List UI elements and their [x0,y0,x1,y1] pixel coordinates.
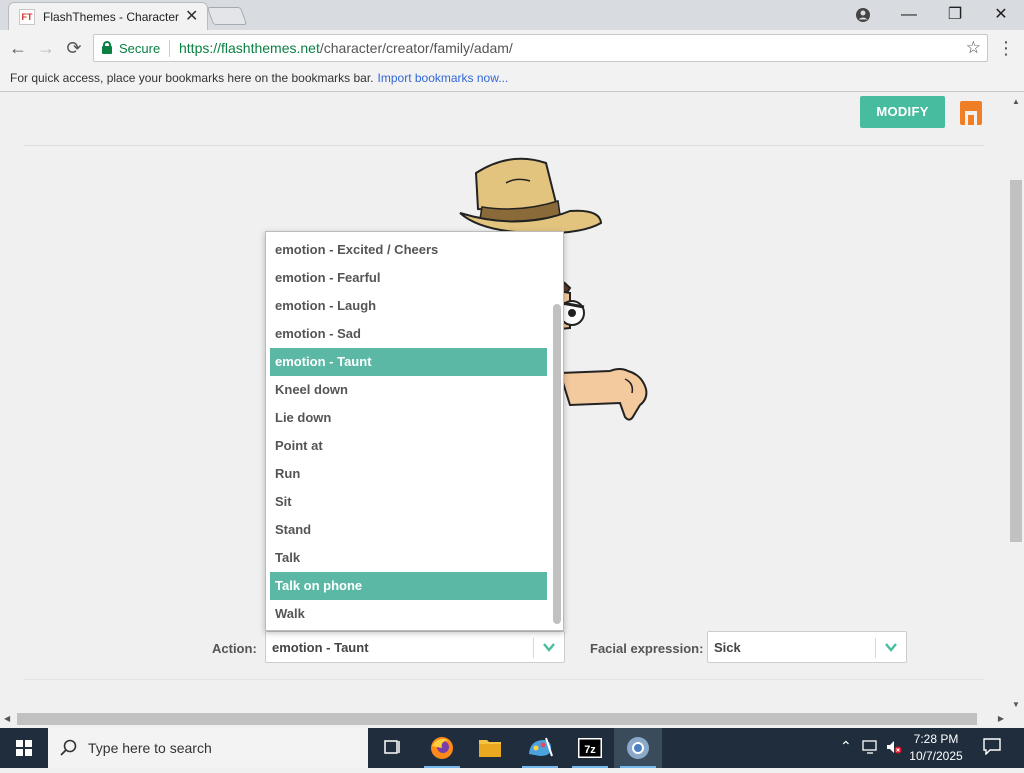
volume-muted-icon[interactable] [885,739,903,758]
scroll-down-arrow-icon[interactable]: ▼ [1012,700,1020,709]
dropdown-option[interactable]: Walk [270,600,547,628]
dropdown-option[interactable]: Lie down [270,404,547,432]
tab-title: FlashThemes - Character [43,10,180,24]
dropdown-option[interactable]: emotion - Taunt [270,348,547,376]
restore-button[interactable]: ❐ [932,2,978,28]
tab-close-icon[interactable]: ✕ [185,6,198,26]
task-view-icon[interactable] [368,728,416,768]
start-button[interactable] [0,728,48,768]
clock-date: 10/7/2025 [909,749,963,763]
reload-icon[interactable]: ⟳ [60,34,88,62]
facial-expression-select[interactable]: Sick [707,631,907,663]
url-path: /character/creator/family/adam/ [319,40,513,56]
chrome-menu-icon[interactable]: ⋮ [996,34,1016,62]
dropdown-option[interactable]: Run [270,460,547,488]
horizontal-scroll-thumb[interactable] [17,713,977,725]
network-icon[interactable] [862,739,880,758]
file-explorer-icon[interactable] [466,728,514,768]
windows-logo-icon [16,740,32,756]
divider [24,679,984,680]
scroll-right-arrow-icon[interactable]: ▶ [998,714,1004,723]
modify-button[interactable]: MODIFY [860,96,945,128]
chrome-icon[interactable] [614,728,662,768]
new-tab-button[interactable] [206,7,248,25]
bookmark-star-icon[interactable]: ☆ [966,38,981,58]
dropdown-option[interactable]: Talk on phone [270,572,547,600]
horizontal-scrollbar[interactable]: ◀ ▶ [0,711,1008,727]
import-bookmarks-link[interactable]: Import bookmarks now... [378,71,509,85]
option-list: emotion - Excited / Cheers emotion - Fear… [270,236,547,628]
save-icon[interactable] [960,101,982,125]
facial-expression-label: Facial expression: [590,641,704,656]
address-separator [169,40,170,57]
facial-expression-value: Sick [714,640,741,655]
forward-arrow-icon[interactable]: → [32,34,60,62]
dropdown-option[interactable]: Kneel down [270,376,547,404]
bookmarks-bar: For quick access, place your bookmarks h… [0,66,1024,92]
profile-icon[interactable] [840,2,886,28]
dropdown-option[interactable]: Stand [270,516,547,544]
vertical-scroll-thumb[interactable] [1010,180,1022,542]
dropdown-scrollbar[interactable] [553,234,561,628]
lock-icon [102,41,112,55]
search-placeholder: Type here to search [88,740,212,756]
dropdown-option[interactable]: emotion - Sad [270,320,547,348]
action-dropdown-list[interactable]: emotion - Excited / Cheers emotion - Fear… [265,231,564,631]
dropdown-option[interactable]: emotion - Laugh [270,292,547,320]
action-select[interactable]: emotion - Taunt [265,631,565,663]
taskbar-search-box[interactable]: Type here to search [48,728,368,768]
address-bar[interactable]: Secure https://flashthemes.net/character… [93,34,988,62]
browser-toolbar: ← → ⟳ Secure https://flashthemes.net/cha… [0,30,1024,66]
dropdown-option[interactable]: Point at [270,432,547,460]
dropdown-option[interactable]: Talk [270,544,547,572]
firefox-icon[interactable] [418,728,466,768]
select-separator [533,638,534,658]
chevron-down-icon[interactable] [542,640,556,654]
windows-taskbar: Type here to search 7z ⌃ 7:28 PM 10/7/20… [0,728,1024,768]
paint-icon[interactable] [516,728,564,768]
dropdown-option[interactable]: emotion - Fearful [270,264,547,292]
dropdown-scroll-thumb[interactable] [553,304,561,624]
chevron-down-icon[interactable] [884,640,898,654]
divider [24,145,984,146]
url-host: https://flashthemes.net [179,40,320,56]
close-window-button[interactable]: ✕ [978,2,1024,28]
browser-tab[interactable]: FT FlashThemes - Character ✕ [8,2,208,30]
dropdown-option[interactable]: emotion - Excited / Cheers [270,236,547,264]
minimize-button[interactable]: — [886,2,932,28]
notifications-icon[interactable] [982,737,1002,758]
action-value: emotion - Taunt [272,640,369,655]
secure-label: Secure [119,41,161,56]
url-text[interactable]: https://flashthemes.net/character/creato… [179,40,513,56]
dropdown-option[interactable]: Sit [270,488,547,516]
clock-time: 7:28 PM [913,732,959,746]
flashthemes-favicon-icon: FT [19,9,35,25]
svg-text:7z: 7z [584,744,596,756]
search-icon [60,739,77,756]
taskbar-clock[interactable]: 7:28 PM 10/7/2025 [906,731,966,765]
action-label: Action: [212,641,257,656]
scroll-left-arrow-icon[interactable]: ◀ [4,714,10,723]
select-separator [875,638,876,658]
bookmarks-hint: For quick access, place your bookmarks h… [10,71,374,85]
scroll-up-arrow-icon[interactable]: ▲ [1012,97,1020,106]
7zip-icon[interactable]: 7z [566,728,614,768]
chevron-up-icon[interactable]: ⌃ [840,738,852,755]
back-arrow-icon[interactable]: ← [4,34,32,62]
vertical-scrollbar[interactable]: ▲ ▼ [1008,93,1024,711]
page-content: MODIFY Action: emotion - Taunt Facial ex… [0,93,1008,711]
